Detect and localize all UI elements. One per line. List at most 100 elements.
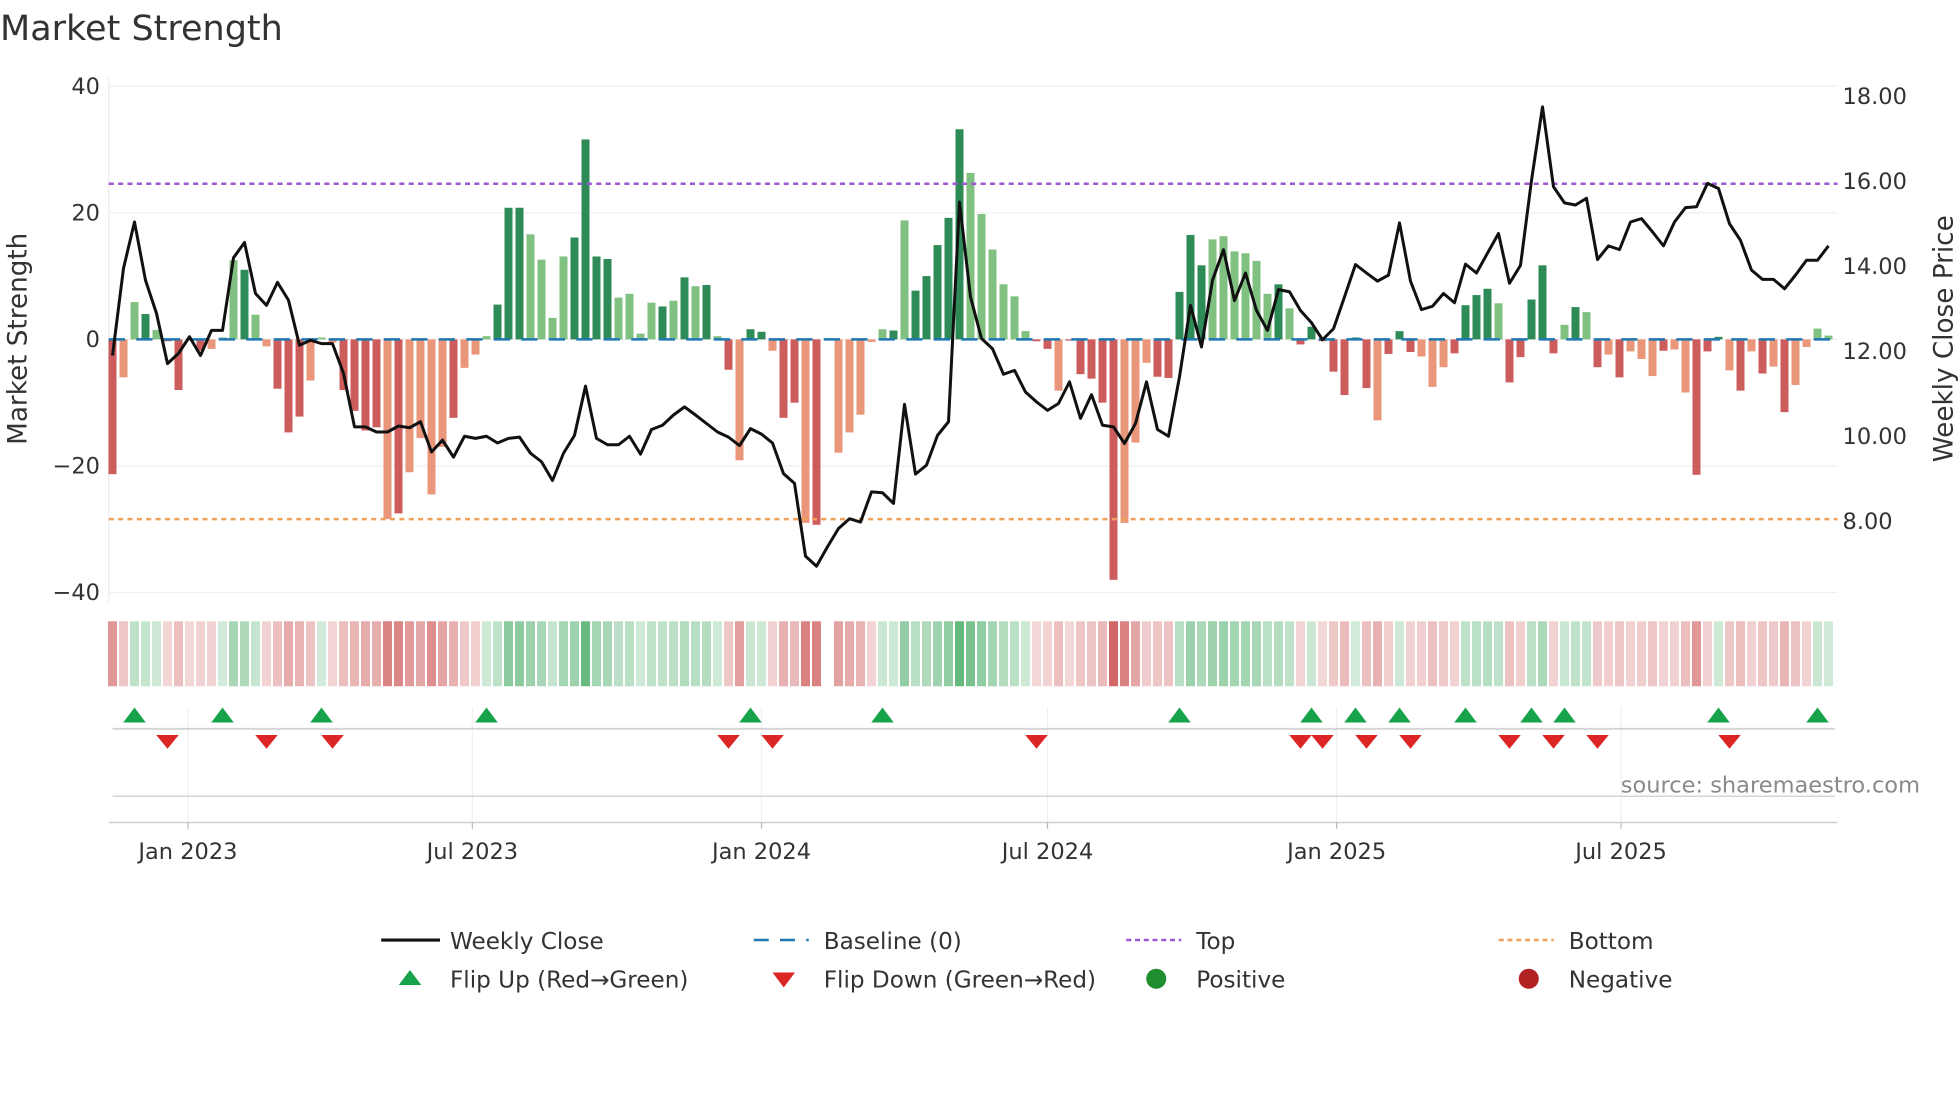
strip-cell-negative [724,621,733,687]
positive-bar [1461,305,1470,340]
strip-cell-positive [229,621,238,687]
strip-cell-positive [636,621,645,687]
strip-cell-negative [1758,621,1767,687]
strip-cell-negative [1032,621,1041,687]
strip-cell-positive [1274,621,1283,687]
strip-cell-negative [372,621,382,687]
y-tick-label: −40 [53,580,100,606]
positive-bar [603,259,612,340]
positive-bar [999,284,1008,340]
strip-cell-positive [647,621,656,687]
y2-tick-label: 18.00 [1843,84,1907,110]
negative-bar [1659,339,1668,351]
strip-cell-negative [1736,621,1745,687]
negative-bar [1340,339,1349,396]
strip-cell-negative [1505,621,1514,687]
negative-bar [1505,339,1514,383]
strip-cell-positive [922,621,931,687]
strip-cell-positive [218,621,227,687]
strip-cell-positive [1582,621,1591,687]
strip-cell-negative [1043,621,1052,687]
x-tick-label: Jan 2025 [1285,839,1386,865]
positive-bar [746,329,755,340]
strip-cell-negative [1054,621,1063,687]
strip-cell-negative [812,621,821,687]
y-axis-left: 40 20 0 −20 −40 [53,74,100,606]
strip-cell-negative [1637,621,1646,687]
strip-cell-negative [1318,621,1327,687]
strip-cell-positive [1472,621,1481,687]
legend-label-flip-up: Flip Up (Red→Green) [450,968,688,994]
strip-cell-negative [427,621,437,687]
negative-bar [1769,339,1778,367]
positive-bar [526,234,535,340]
strip-cell-positive [1285,621,1294,687]
flip-up-marker [1300,707,1323,723]
negative-bar [284,339,293,433]
strip-cell-negative [262,621,271,687]
negative-bar [1593,339,1602,368]
negative-bar [1516,339,1525,358]
negative-bar [1384,339,1393,354]
strip-cell-positive [1175,621,1184,687]
strip-cell-negative [328,621,337,687]
strip-cell-positive [966,621,975,687]
strip-cell-positive [1395,621,1404,687]
flip-down-marker [1355,735,1378,749]
negative-bar [1780,339,1789,413]
negative-bar [207,339,216,349]
strip-cell-positive [746,621,755,687]
negative-bar [1439,339,1448,368]
positive-bar [933,245,942,340]
y-tick-label: 20 [71,200,100,226]
strip-cell-negative [1450,621,1459,687]
flip-up-marker [1388,707,1411,723]
negative-bar [1604,339,1613,355]
positive-bar [1582,312,1591,340]
strip-cell-positive [988,621,998,687]
positive-bar [1560,324,1569,340]
flip-down-marker [255,735,278,749]
y2-tick-label: 12.00 [1843,339,1907,365]
legend-negative-circle-icon [1518,968,1539,989]
negative-bar [790,339,799,403]
negative-bar [1703,339,1712,352]
negative-bar [1373,339,1382,421]
negative-bar [1648,339,1657,377]
flip-up-marker [1806,707,1829,723]
strip-cell-positive [614,621,623,687]
strip-cell-negative [416,621,425,687]
x-tick-label: Jan 2024 [710,839,811,865]
positive-bar [1483,288,1492,340]
strip-cell-positive [537,621,546,687]
strip-cell-negative [284,621,293,687]
strip-cell-negative [438,621,447,687]
negative-bar [427,339,436,495]
negative-bar [801,339,810,523]
positive-bar [988,249,997,340]
negative-bar [1725,339,1734,371]
strip-cell-negative [1604,621,1613,687]
strip-cell-positive [1010,621,1019,687]
positive-bar [691,286,700,340]
positive-bar [1010,296,1019,340]
negative-bar [1758,339,1767,374]
strip-cell-positive [1208,621,1217,687]
positive-bar [130,302,139,340]
negative-bar [1428,339,1437,387]
negative-bar [108,339,117,475]
source-label: source: sharemaestro.com [1621,773,1920,799]
negative-bar [1802,339,1811,347]
negative-bar [768,339,777,351]
legend: Weekly Close Baseline (0) Top Bottom Fli… [381,929,1672,994]
flip-down-marker [1289,735,1312,749]
legend-triangle-down-icon [772,972,795,988]
strip-cell-negative [1681,621,1690,687]
positive-bar [922,276,931,340]
y-tick-label: 0 [86,327,100,353]
negative-bar [1054,339,1063,391]
strip-cell-positive [757,621,766,687]
strip-cell-negative [779,621,788,687]
strip-cell-positive [977,621,986,687]
positive-bar [911,290,920,340]
